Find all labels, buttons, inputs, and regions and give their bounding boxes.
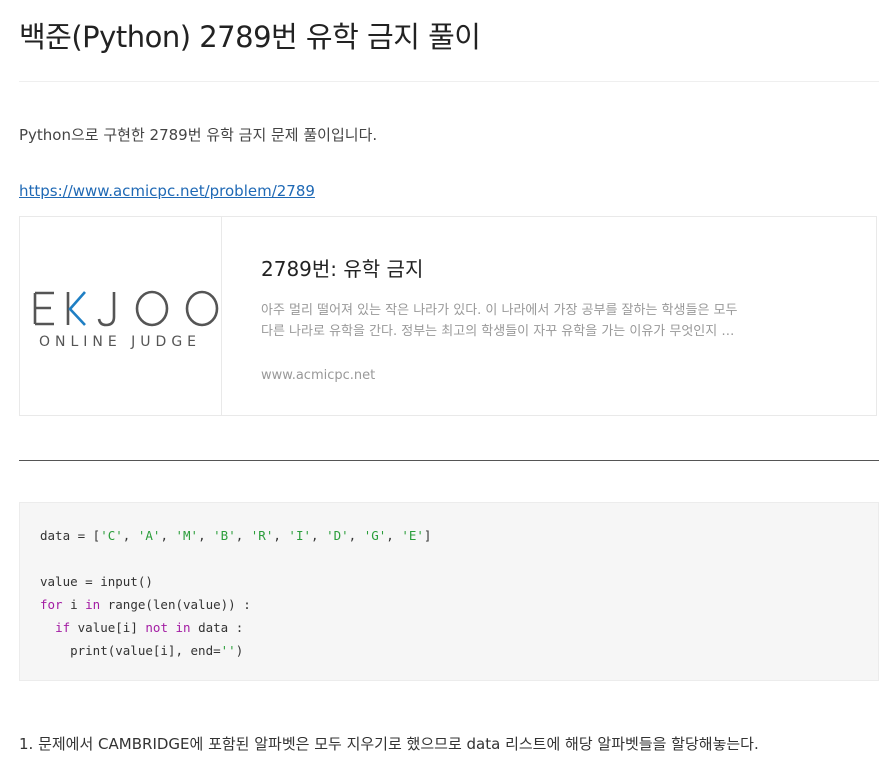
preview-title: 2789번: 유학 금지 xyxy=(261,257,424,281)
code-content: data = ['C', 'A', 'M', 'B', 'R', 'I', 'D… xyxy=(40,524,431,662)
code-line-3: value = input() xyxy=(40,574,153,589)
preview-description: 아주 멀리 떨어져 있는 작은 나라가 있다. 이 나라에서 가장 공부를 잘하… xyxy=(261,303,738,339)
baekjoon-logo: ONLINE JUDGE xyxy=(20,217,222,415)
code-line-6: print(value[i], end='') xyxy=(40,643,244,658)
intro-text: Python으로 구현한 2789번 유학 금지 문제 풀이입니다. xyxy=(19,126,378,144)
link-preview-card[interactable]: ONLINE JUDGE 2789번: 유학 금지 아주 멀리 떨어져 있는 작… xyxy=(19,216,877,416)
code-line-4: for i in range(len(value)) : xyxy=(40,597,251,612)
title-divider xyxy=(19,81,879,82)
preview-body: 2789번: 유학 금지 아주 멀리 떨어져 있는 작은 나라가 있다. 이 나… xyxy=(261,253,741,383)
code-line-5: if value[i] not in data : xyxy=(55,620,244,635)
logo-subtitle: ONLINE JUDGE xyxy=(39,334,201,350)
code-block: data = ['C', 'A', 'M', 'B', 'R', 'I', 'D… xyxy=(19,502,879,681)
baekjoon-logo-icon: ONLINE JUDGE xyxy=(33,290,219,350)
code-line-1: data = ['C', 'A', 'M', 'B', 'R', 'I', 'D… xyxy=(40,528,432,543)
step-1-text: 1. 문제에서 CAMBRIDGE에 포함된 알파벳은 모두 지우기로 했으므로… xyxy=(19,735,759,753)
preview-host: www.acmicpc.net xyxy=(261,368,376,383)
problem-link[interactable]: https://www.acmicpc.net/problem/2789 xyxy=(19,182,315,200)
section-divider xyxy=(19,460,879,461)
post-title: 백준(Python) 2789번 유학 금지 풀이 xyxy=(19,20,481,54)
